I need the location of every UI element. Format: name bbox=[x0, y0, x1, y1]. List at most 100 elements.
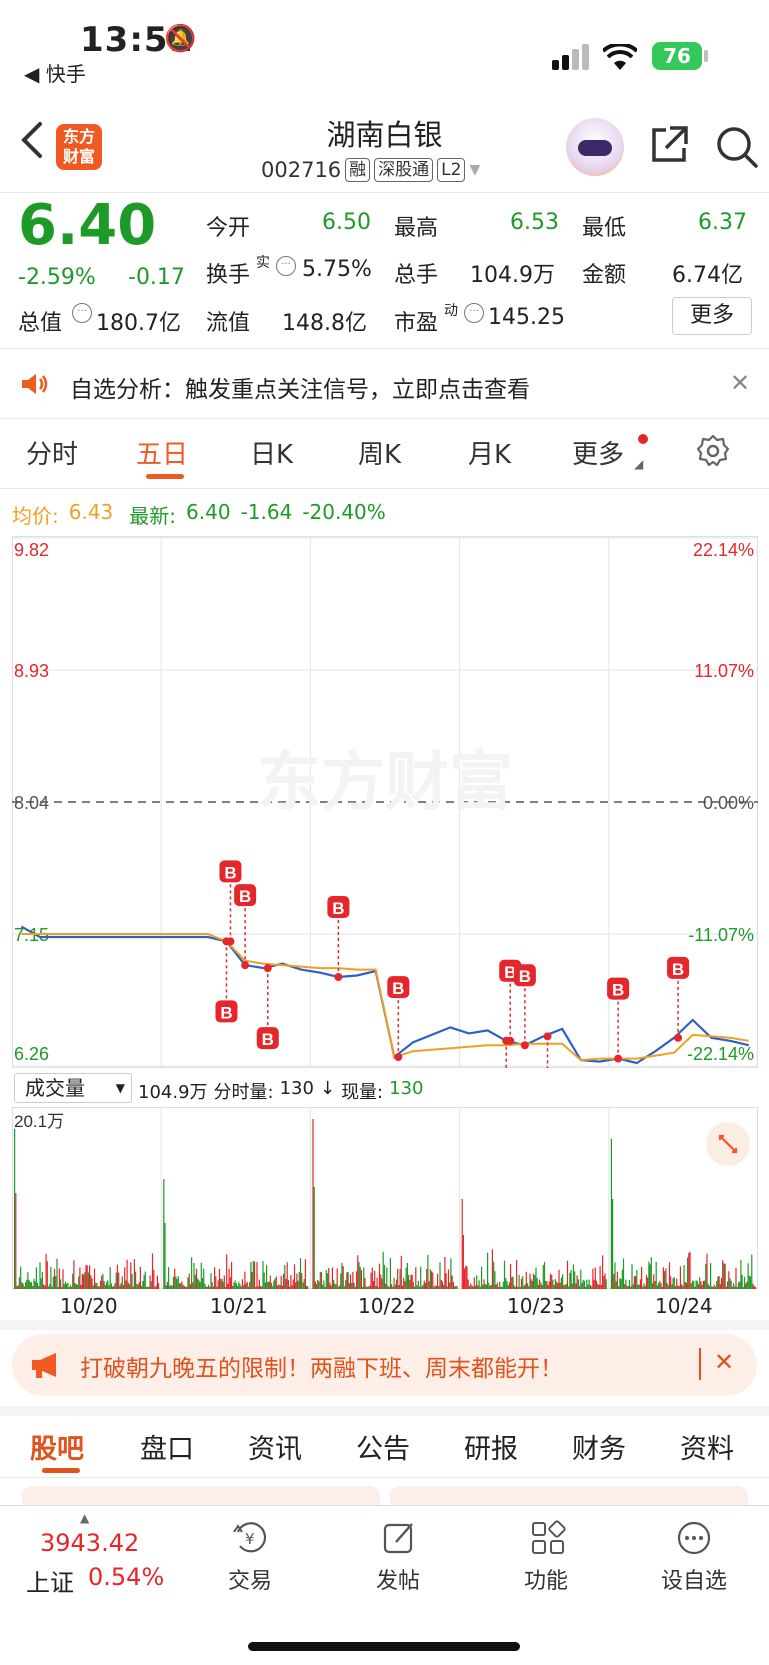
share-icon[interactable] bbox=[648, 124, 690, 170]
info-icon[interactable]: ··· bbox=[464, 303, 484, 323]
volume-bar bbox=[62, 1269, 64, 1289]
close-icon[interactable]: ✕ bbox=[714, 1348, 734, 1376]
volume-bar bbox=[540, 1282, 542, 1289]
volume-bar bbox=[627, 1285, 629, 1289]
volume-bar bbox=[93, 1268, 96, 1289]
caret-up-icon[interactable]: ▲ bbox=[80, 1511, 89, 1525]
volume-bar bbox=[571, 1283, 573, 1289]
tab-announcements[interactable]: 公告 bbox=[356, 1427, 410, 1466]
tab-more[interactable]: 更多 bbox=[572, 434, 624, 471]
volume-bar bbox=[27, 1272, 29, 1289]
volume-bar bbox=[37, 1283, 39, 1289]
volume-bar bbox=[165, 1285, 167, 1289]
tab-research[interactable]: 研报 bbox=[464, 1427, 518, 1466]
megaphone-icon bbox=[30, 1351, 64, 1383]
volume-bar bbox=[708, 1285, 710, 1289]
now-volume-value: 130 bbox=[389, 1078, 424, 1099]
add-watchlist-label[interactable]: 设自选 bbox=[656, 1563, 732, 1595]
volume-bar bbox=[671, 1284, 673, 1289]
volume-bar bbox=[260, 1286, 262, 1289]
tab-orderbook[interactable]: 盘口 bbox=[140, 1427, 194, 1466]
volume-bar bbox=[439, 1262, 441, 1289]
volume-bar bbox=[116, 1264, 118, 1289]
volume-bar bbox=[57, 1286, 59, 1289]
volume-bar bbox=[533, 1273, 535, 1289]
functions-grid-icon[interactable] bbox=[530, 1520, 566, 1560]
tab-monthly-k[interactable]: 月K bbox=[468, 434, 511, 471]
volume-bar bbox=[231, 1262, 233, 1289]
volume-bar bbox=[206, 1286, 208, 1289]
post-edit-icon[interactable] bbox=[382, 1520, 418, 1560]
watchlist-more-icon[interactable] bbox=[676, 1520, 712, 1560]
amount-value: 6.74亿 bbox=[672, 263, 743, 288]
volume-bar bbox=[513, 1285, 515, 1289]
volume-bar bbox=[415, 1267, 417, 1289]
trade-icon[interactable]: ¥ bbox=[232, 1520, 272, 1560]
indicator-selector[interactable]: 成交量 ▼ bbox=[14, 1073, 132, 1103]
volume-bar bbox=[229, 1277, 231, 1289]
pe-label: 市盈 bbox=[394, 311, 439, 336]
tab-news[interactable]: 资讯 bbox=[248, 1427, 302, 1466]
volume-bar bbox=[628, 1280, 631, 1289]
index-value[interactable]: 3943.42 bbox=[40, 1529, 139, 1557]
volume-bar bbox=[624, 1284, 626, 1289]
tab-profile[interactable]: 资料 bbox=[680, 1427, 734, 1466]
post-label[interactable]: 发帖 bbox=[374, 1563, 422, 1595]
buy-marker-dot bbox=[241, 961, 250, 970]
volume-bar bbox=[602, 1255, 604, 1289]
ai-assistant-avatar[interactable] bbox=[566, 118, 624, 176]
back-to-app-link[interactable]: ◀ 快手 bbox=[24, 58, 86, 87]
functions-label[interactable]: 功能 bbox=[522, 1563, 570, 1595]
volume-bar bbox=[742, 1286, 744, 1289]
five-day-price-chart[interactable]: 9.82 22.14% 8.93 11.07% 8.04 0.00% 7.15 -11.07%… bbox=[12, 536, 758, 1122]
dropdown-caret-icon[interactable]: ▼ bbox=[469, 162, 480, 178]
promo-banner[interactable]: 打破朝九晚五的限制！两融下班、周末都能开！ ✕ bbox=[12, 1334, 757, 1396]
volume-bar bbox=[210, 1273, 212, 1289]
volume-bar bbox=[630, 1286, 632, 1289]
volume-bar bbox=[274, 1278, 276, 1289]
volume-bar bbox=[172, 1276, 175, 1289]
volume-bar bbox=[372, 1281, 375, 1289]
volume-bar bbox=[46, 1261, 48, 1289]
tab-weekly-k[interactable]: 周K bbox=[358, 434, 401, 471]
volume-bar bbox=[239, 1284, 241, 1289]
volume-bar bbox=[592, 1268, 594, 1289]
volume-bar bbox=[127, 1282, 129, 1289]
stock-code-row: 002716 融 深股通 L2 ▼ bbox=[261, 158, 480, 182]
volume-bar bbox=[450, 1258, 452, 1289]
tab-five-day[interactable]: 五日 bbox=[136, 434, 188, 471]
info-icon[interactable]: ··· bbox=[72, 303, 92, 323]
volume-bar bbox=[205, 1286, 207, 1289]
tab-finance[interactable]: 财务 bbox=[572, 1427, 626, 1466]
volume-bar bbox=[687, 1257, 689, 1289]
volume-bar bbox=[417, 1280, 419, 1289]
volume-bar bbox=[182, 1285, 184, 1289]
corner-caret-icon: ◢ bbox=[634, 457, 644, 471]
tab-intraday[interactable]: 分时 bbox=[26, 434, 78, 471]
tab-forum[interactable]: 股吧 bbox=[30, 1427, 84, 1466]
tab-daily-k[interactable]: 日K bbox=[250, 434, 293, 471]
volume-bar bbox=[559, 1282, 561, 1289]
settings-gear-icon[interactable] bbox=[696, 434, 730, 472]
volume-bar bbox=[56, 1258, 58, 1289]
expand-chart-icon[interactable] bbox=[706, 1122, 750, 1166]
volume-bar bbox=[564, 1284, 566, 1289]
trade-label[interactable]: 交易 bbox=[226, 1563, 274, 1595]
notice-text[interactable]: 自选分析：触发重点关注信号，立即点击查看 bbox=[70, 370, 530, 404]
info-icon[interactable]: ··· bbox=[276, 256, 296, 276]
volume-bar bbox=[754, 1286, 756, 1289]
close-icon[interactable]: ✕ bbox=[730, 369, 750, 397]
volume-bar bbox=[15, 1193, 17, 1289]
volume-bar bbox=[653, 1274, 655, 1289]
volume-chart[interactable]: 20.1万 bbox=[12, 1107, 758, 1289]
volume-bar bbox=[593, 1279, 595, 1289]
volume-bar bbox=[622, 1258, 625, 1289]
volume-bar bbox=[47, 1286, 50, 1289]
volume-bar bbox=[651, 1283, 654, 1289]
search-icon[interactable] bbox=[714, 124, 760, 174]
volume-bar bbox=[285, 1278, 287, 1289]
volume-bar bbox=[110, 1283, 112, 1289]
volume-bar bbox=[284, 1265, 286, 1289]
volume-bar bbox=[18, 1277, 20, 1289]
more-quote-button[interactable]: 更多 bbox=[672, 297, 752, 335]
